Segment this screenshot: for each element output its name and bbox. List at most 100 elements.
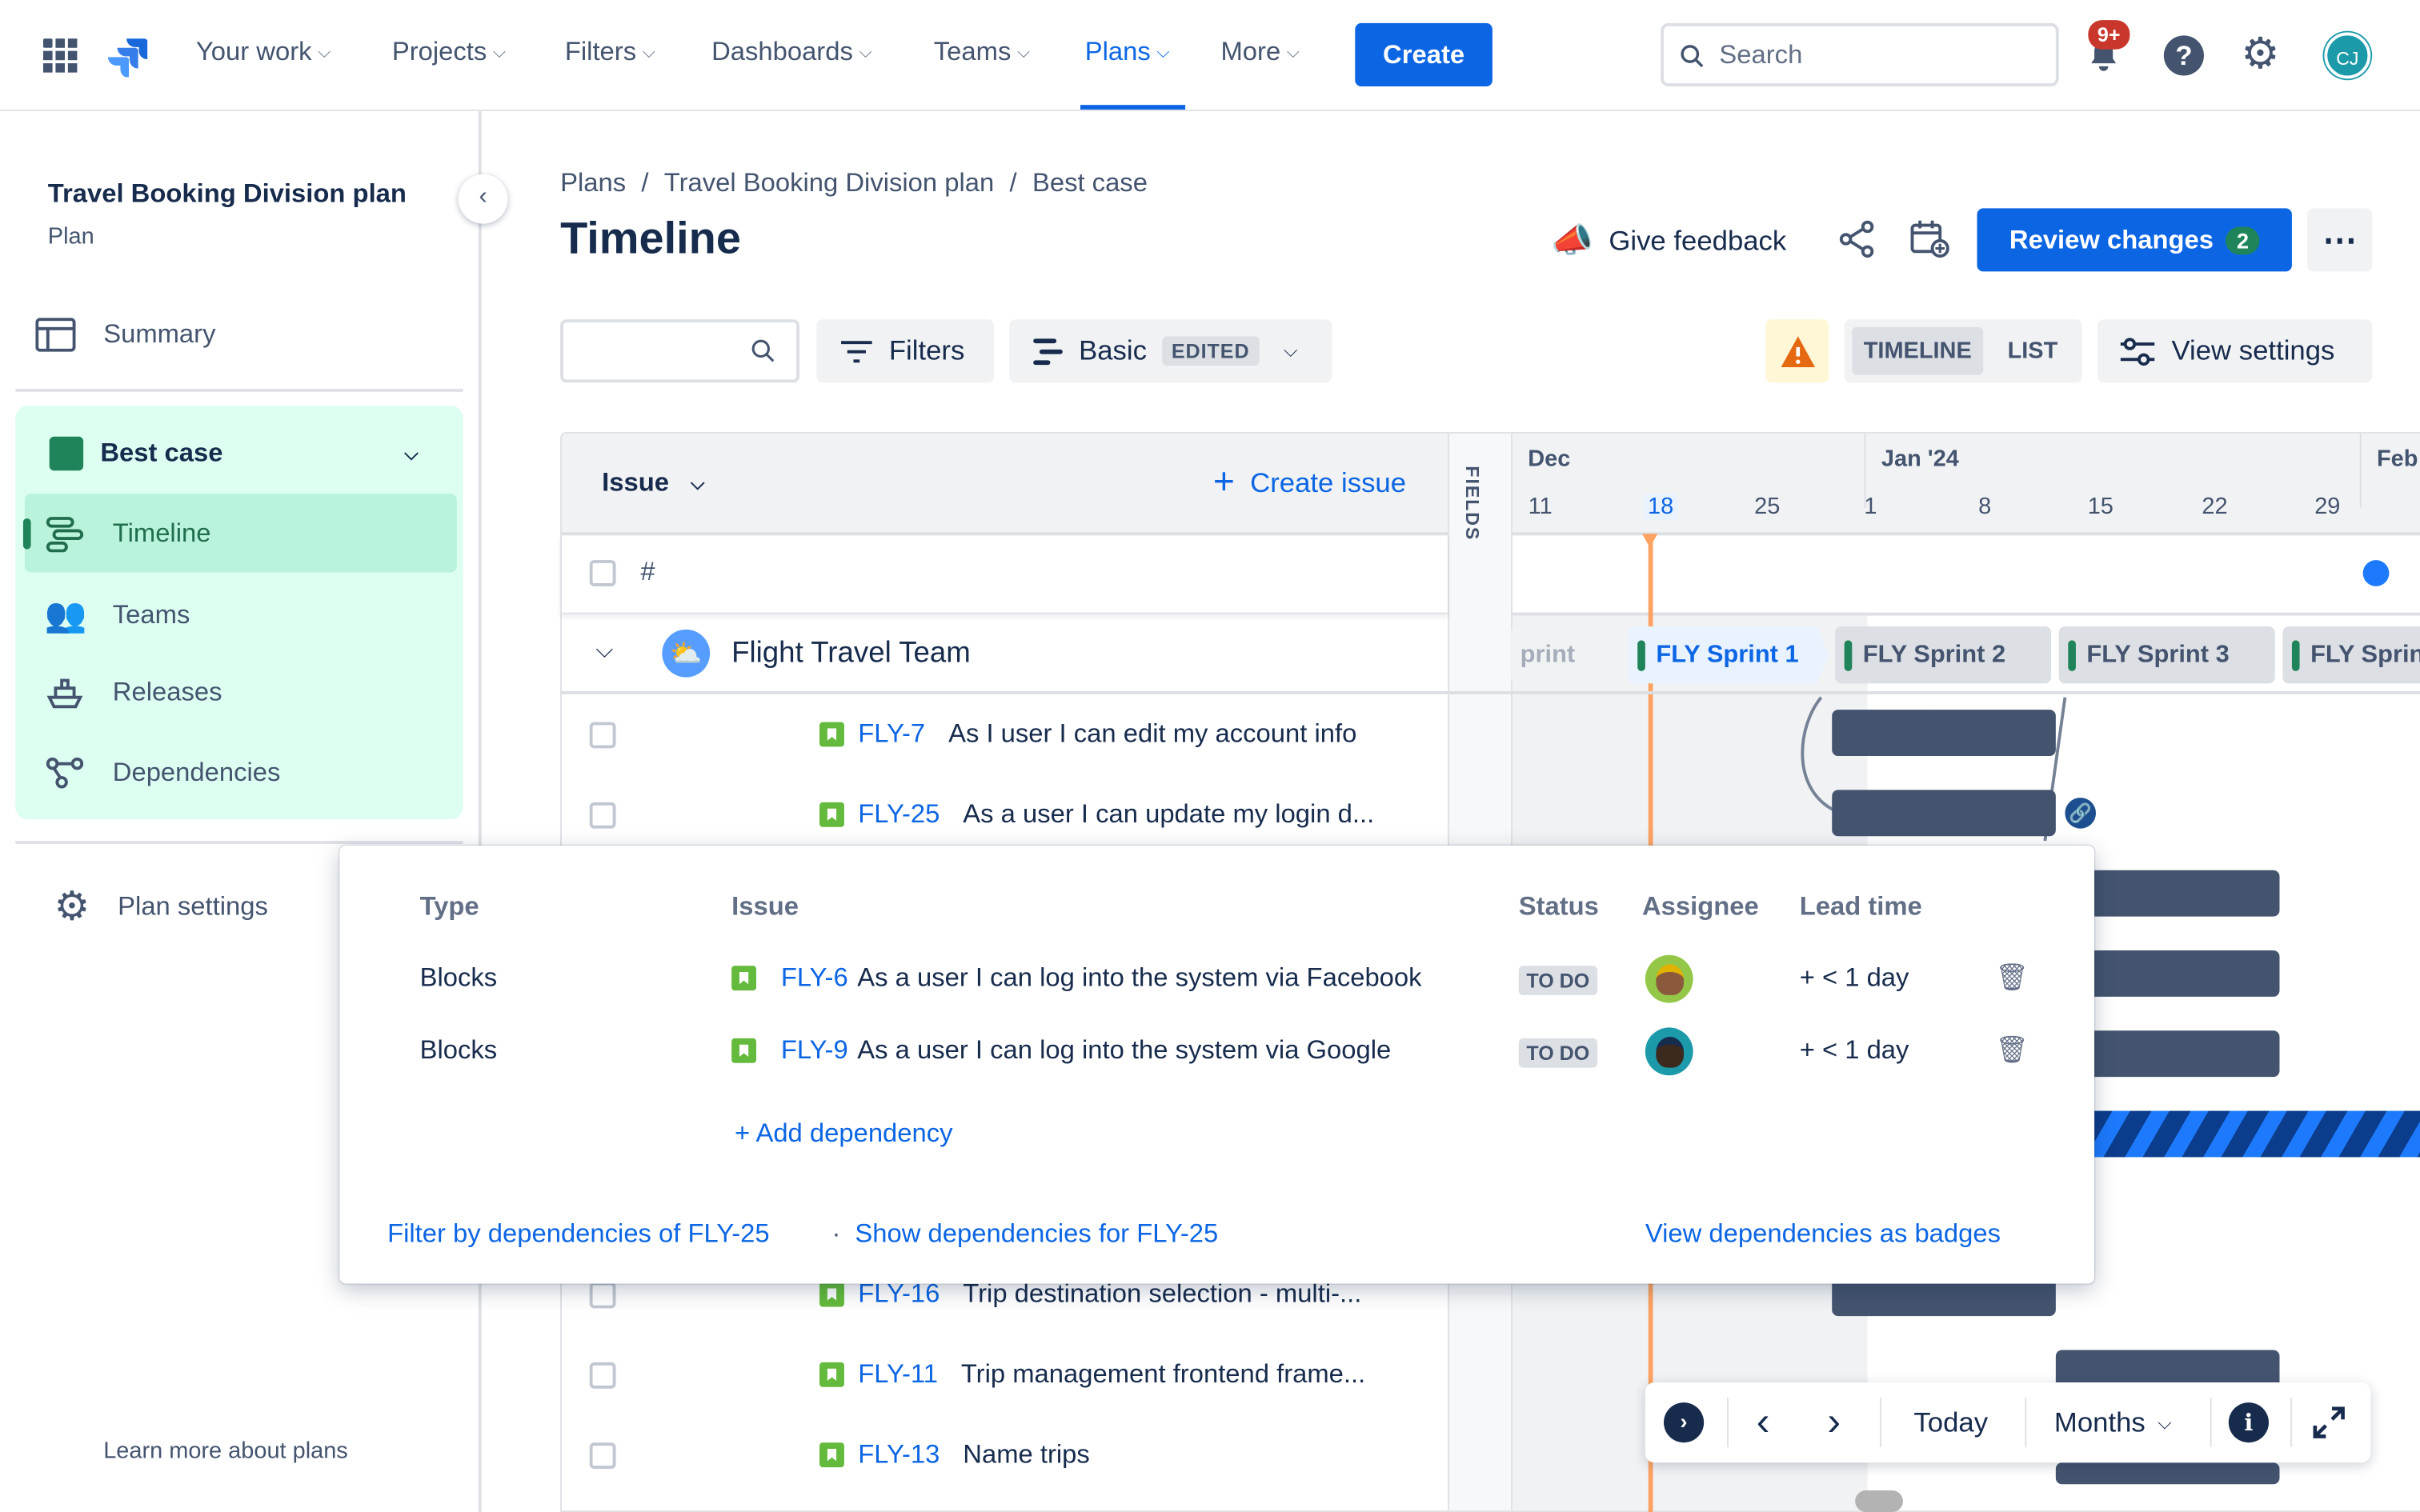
nav-teams[interactable]: Teams ⌵ <box>934 37 1030 68</box>
sidebar-item-teams[interactable]: 👥 Teams <box>45 595 190 635</box>
more-actions-button[interactable]: ⋯ <box>2307 208 2373 272</box>
trash-icon[interactable]: 🗑 <box>1996 962 2029 994</box>
filter-icon <box>841 340 872 362</box>
row-checkbox[interactable] <box>589 1442 616 1469</box>
issue-bar[interactable] <box>1832 790 2056 837</box>
sprint-chip[interactable]: FLY Sprint 2 <box>1835 626 2052 684</box>
fullscreen-icon[interactable] <box>2312 1406 2346 1439</box>
nav-filters[interactable]: Filters ⌵ <box>565 37 655 68</box>
sidebar-item-timeline[interactable]: Timeline <box>45 515 211 553</box>
filters-button[interactable]: Filters <box>816 319 994 383</box>
nav-your-work[interactable]: Your work ⌵ <box>196 37 331 68</box>
story-icon <box>731 1038 756 1063</box>
expand-panel-icon[interactable]: › <box>1663 1402 1705 1443</box>
add-dependency-button[interactable]: + Add dependency <box>735 1118 953 1150</box>
issue-bar[interactable] <box>2068 1030 2280 1078</box>
table-row[interactable]: FLY-13 Name trips <box>560 1414 1446 1494</box>
filter-dependencies-link[interactable]: Filter by dependencies of FLY-25 <box>387 1219 770 1250</box>
sidebar-item-dependencies[interactable]: Dependencies <box>45 756 280 790</box>
nav-dashboards[interactable]: Dashboards ⌵ <box>711 37 872 68</box>
calendar-add-icon[interactable] <box>1909 218 1953 261</box>
row-checkbox[interactable] <box>589 1361 616 1388</box>
warnings-button[interactable] <box>1765 319 1829 383</box>
sidebar-item-releases[interactable]: Releases <box>45 676 222 710</box>
month-label: Dec <box>1528 446 1571 473</box>
learn-more-link[interactable]: Learn more about plans <box>103 1438 348 1464</box>
time-scale-dropdown[interactable]: Months ⌵ <box>2054 1407 2172 1440</box>
create-button[interactable]: Create <box>1355 22 1492 86</box>
issue-key[interactable]: FLY-13 <box>858 1439 940 1470</box>
info-icon[interactable]: i <box>2228 1402 2269 1443</box>
search-input[interactable]: Search <box>1661 22 2059 86</box>
today-button[interactable]: Today <box>1913 1407 1988 1440</box>
dependency-link-icon[interactable]: 🔗 <box>2061 794 2099 832</box>
scenario-color-swatch <box>49 436 84 471</box>
give-feedback-button[interactable]: 📣 Give feedback <box>1551 221 1786 261</box>
issue-key[interactable]: FLY-11 <box>858 1359 938 1390</box>
nav-more[interactable]: More ⌵ <box>1220 37 1300 68</box>
issue-key[interactable]: FLY-6 <box>781 962 848 994</box>
sprint-chip[interactable]: FLY Sprint 3 <box>2058 626 2275 684</box>
issue-bar[interactable] <box>2068 950 2280 997</box>
nav-plans[interactable]: Plans ⌵ <box>1085 37 1170 68</box>
sidebar-item-summary[interactable]: Summary <box>35 318 215 352</box>
assignee-avatar[interactable] <box>1645 954 1693 1003</box>
app-switcher-icon[interactable] <box>42 38 78 73</box>
issue-key[interactable]: FLY-25 <box>858 799 940 830</box>
row-checkbox[interactable] <box>589 1281 616 1308</box>
issue-key[interactable]: FLY-7 <box>858 719 925 750</box>
create-issue-button[interactable]: + Create issue <box>1213 464 1406 501</box>
tab-list[interactable]: LIST <box>1993 327 2073 375</box>
breadcrumb-plan[interactable]: Travel Booking Division plan <box>664 168 994 199</box>
share-icon[interactable] <box>1837 219 1877 259</box>
horizontal-scrollbar[interactable] <box>1855 1490 1903 1512</box>
issue-search-input[interactable] <box>560 319 799 383</box>
issue-bar[interactable] <box>1832 710 2056 756</box>
issue-summary: As I user I can edit my account info <box>948 718 1357 749</box>
breadcrumb-plans[interactable]: Plans <box>560 168 626 199</box>
top-nav: Your work ⌵ Projects ⌵ Filters ⌵ Dashboards… <box>0 0 2420 111</box>
chevron-down-icon[interactable]: ⌵ <box>595 637 613 663</box>
breadcrumb-scenario[interactable]: Best case <box>1032 168 1148 199</box>
feedback-label: Give feedback <box>1609 224 1787 256</box>
nav-projects[interactable]: Projects ⌵ <box>392 37 506 68</box>
sprint-chip[interactable]: print <box>1511 626 1622 684</box>
select-all-checkbox[interactable] <box>589 560 616 586</box>
view-preset-button[interactable]: Basic EDITED ⌵ <box>1009 319 1332 383</box>
table-row[interactable]: FLY-7 As I user I can edit my account inf… <box>560 694 1446 774</box>
chevron-down-icon: ⌵ <box>1286 42 1300 62</box>
fields-label[interactable]: FIELDS <box>1461 466 1483 541</box>
trash-icon[interactable]: 🗑 <box>1996 1035 2029 1066</box>
month-divider <box>2359 433 2362 508</box>
scroll-right-icon[interactable]: › <box>1827 1398 1841 1446</box>
settings-gear-icon[interactable]: ⚙ <box>2241 28 2279 79</box>
view-as-badges-link[interactable]: View dependencies as badges <box>1645 1219 2001 1250</box>
search-icon <box>751 339 775 362</box>
table-row[interactable]: FLY-11 Trip management frontend frame... <box>560 1334 1446 1414</box>
sidebar-item-plan-settings[interactable]: ⚙ Plan settings <box>54 882 267 930</box>
assignee-avatar[interactable] <box>1645 1027 1693 1076</box>
row-checkbox[interactable] <box>589 721 616 748</box>
help-icon[interactable]: ? <box>2163 35 2204 76</box>
review-changes-button[interactable]: Review changes 2 <box>1977 208 2292 272</box>
epic-bar[interactable] <box>2068 1110 2420 1158</box>
sprint-chip[interactable]: FLY Sprint 4 <box>2282 626 2420 684</box>
jira-logo-icon[interactable] <box>107 37 148 78</box>
sprint-chip-active[interactable]: FLY Sprint 1 <box>1628 626 1829 684</box>
release-marker[interactable] <box>2362 560 2390 586</box>
edited-lozenge: EDITED <box>1162 336 1260 366</box>
row-checkbox[interactable] <box>589 801 616 828</box>
collapse-sidebar-button[interactable]: ‹ <box>458 174 508 224</box>
avatar[interactable]: CJ <box>2324 32 2371 79</box>
table-row[interactable]: FLY-25 As a user I can update my login d.… <box>560 774 1446 854</box>
scroll-left-icon[interactable]: ‹ <box>1757 1398 1770 1446</box>
sprint-label: FLY Sprint 1 <box>1656 641 1799 668</box>
issue-bar[interactable] <box>2055 1462 2280 1485</box>
show-dependencies-link[interactable]: Show dependencies for FLY-25 <box>855 1219 1218 1250</box>
view-settings-button[interactable]: View settings <box>2097 319 2373 383</box>
issue-key[interactable]: FLY-9 <box>781 1035 848 1066</box>
tab-timeline[interactable]: TIMELINE <box>1852 326 1984 375</box>
issue-header-dropdown[interactable]: Issue ⌵ <box>602 467 704 498</box>
scenario-selector[interactable]: Best case ⌵ <box>49 436 419 471</box>
issue-bar[interactable] <box>2068 870 2280 917</box>
